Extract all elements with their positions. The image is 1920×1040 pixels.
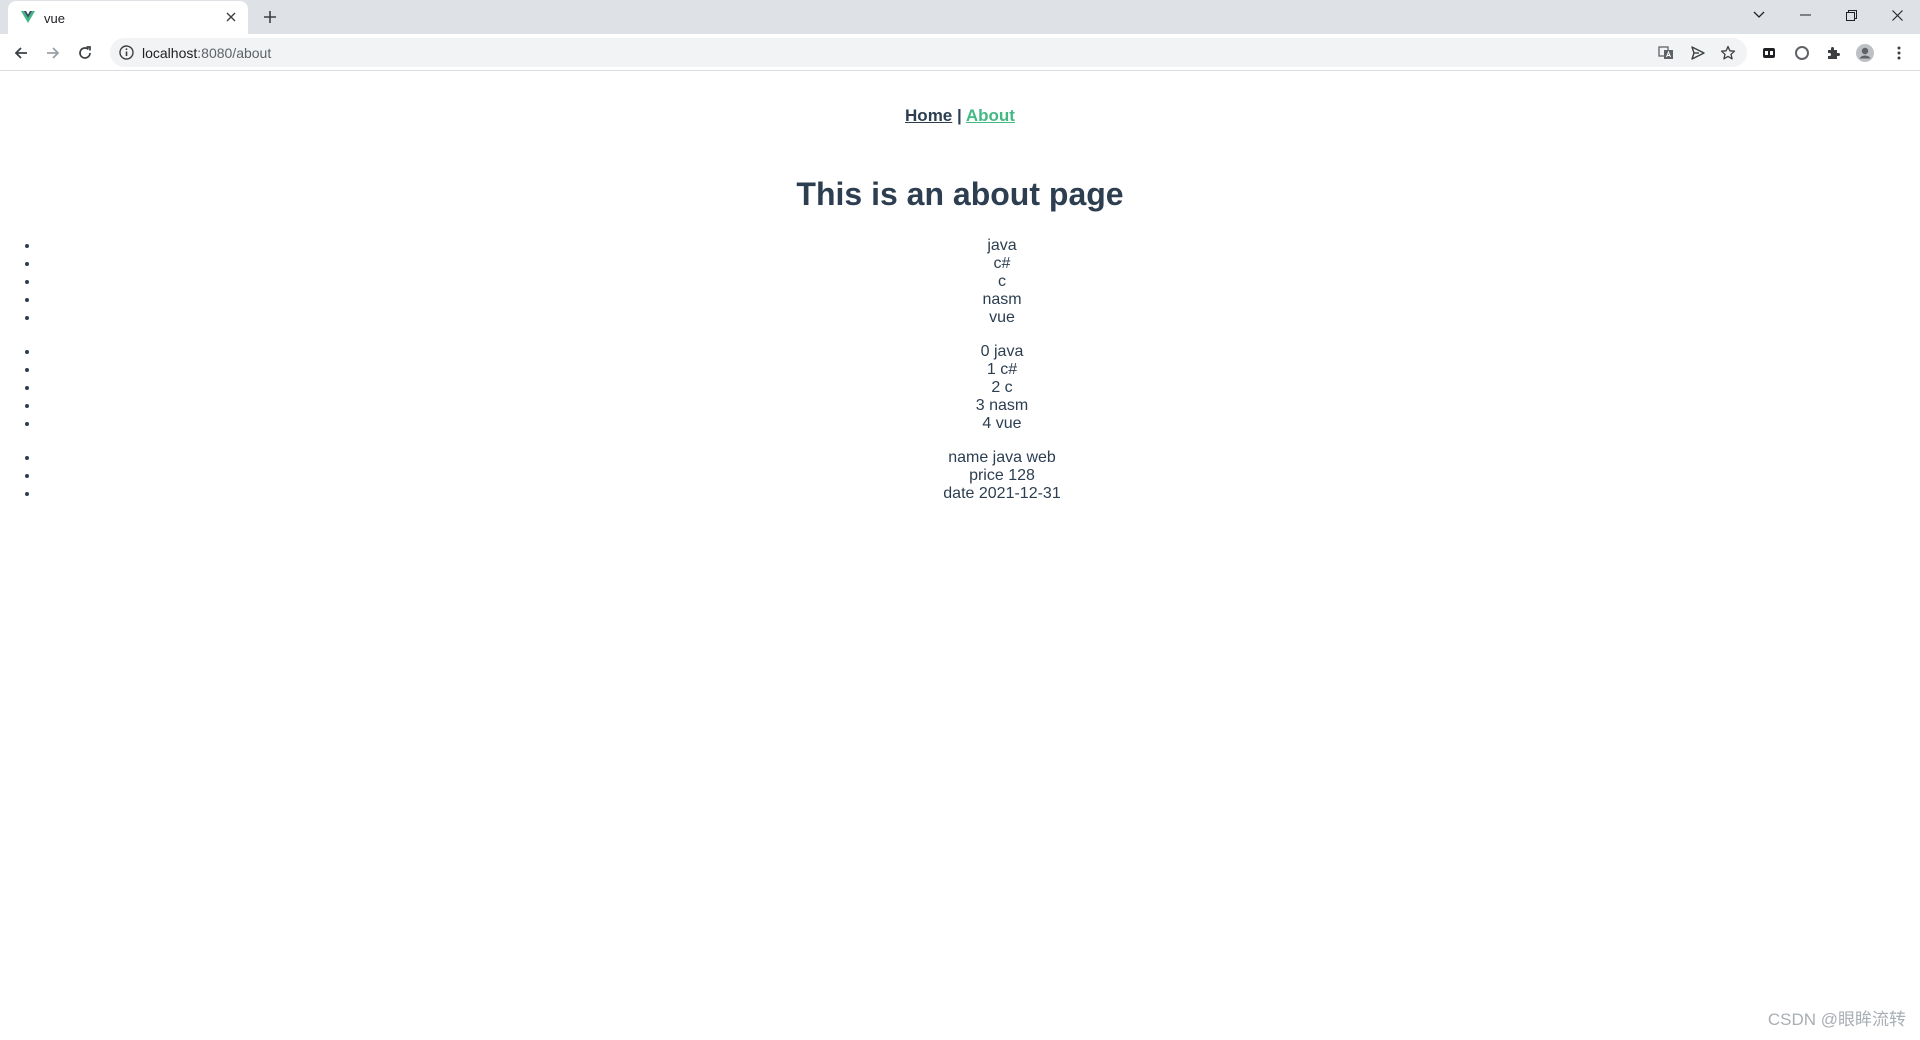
browser-tab[interactable]: vue bbox=[8, 1, 248, 34]
site-info-icon[interactable] bbox=[118, 44, 135, 61]
page-content: Home | About This is an about page java … bbox=[0, 72, 1920, 1040]
list-item-text: c# bbox=[993, 255, 1011, 272]
list-item-text: c bbox=[998, 273, 1006, 290]
close-window-button[interactable] bbox=[1874, 0, 1920, 30]
list-item: name java web bbox=[40, 449, 1920, 467]
bookmark-star-icon[interactable] bbox=[1718, 43, 1738, 63]
menu-kebab-icon[interactable] bbox=[1886, 40, 1912, 66]
list-item: 3 nasm bbox=[40, 397, 1920, 415]
list-item-text: java bbox=[987, 237, 1017, 254]
list-item: 4 vue bbox=[40, 415, 1920, 433]
list-item-text: 0 java bbox=[980, 343, 1024, 360]
browser-toolbar: localhost:8080/about bbox=[0, 34, 1920, 71]
list-item-text: 1 c# bbox=[986, 361, 1018, 378]
vue-logo-icon bbox=[21, 11, 35, 23]
list-item: price 128 bbox=[40, 467, 1920, 485]
list-item-text: name java web bbox=[948, 449, 1056, 466]
list-item-text: vue bbox=[989, 309, 1015, 326]
address-bar[interactable]: localhost:8080/about bbox=[110, 38, 1747, 67]
list-item-text: 3 nasm bbox=[975, 397, 1029, 414]
reload-icon[interactable] bbox=[72, 40, 98, 66]
forward-arrow-icon[interactable] bbox=[40, 40, 66, 66]
indexed-languages-list: 0 java 1 c# 2 c 3 nasm 4 vue bbox=[0, 343, 1920, 433]
list-item: c# bbox=[40, 255, 1920, 273]
extensions-puzzle-icon[interactable] bbox=[1820, 40, 1846, 66]
nav-link-home[interactable]: Home bbox=[905, 106, 952, 125]
list-item: c bbox=[40, 273, 1920, 291]
list-item-text: nasm bbox=[982, 291, 1022, 308]
list-item: 2 c bbox=[40, 379, 1920, 397]
nav-link-about[interactable]: About bbox=[966, 106, 1015, 125]
back-arrow-icon[interactable] bbox=[8, 40, 34, 66]
list-item: 0 java bbox=[40, 343, 1920, 361]
list-item-text: price 128 bbox=[969, 467, 1035, 484]
tab-title: vue bbox=[44, 11, 65, 26]
profile-avatar-icon[interactable] bbox=[1852, 40, 1878, 66]
record-extension-icon[interactable] bbox=[1789, 40, 1815, 66]
tab-close-icon[interactable] bbox=[222, 8, 240, 26]
list-item-text: 4 vue bbox=[982, 415, 1022, 432]
list-item: vue bbox=[40, 309, 1920, 327]
page-title: This is an about page bbox=[796, 176, 1124, 212]
list-item: date 2021-12-31 bbox=[40, 485, 1920, 503]
nav-separator: | bbox=[957, 106, 962, 125]
watermark: CSDN @眼眸流转 bbox=[1767, 1010, 1906, 1029]
list-item: java bbox=[40, 237, 1920, 255]
url-host: localhost bbox=[142, 45, 198, 61]
router-nav: Home | About bbox=[0, 106, 1920, 126]
translate-icon[interactable] bbox=[1656, 43, 1676, 63]
extension-icon[interactable] bbox=[1756, 40, 1782, 66]
list-item-text: 2 c bbox=[991, 379, 1013, 396]
url-path: :8080/about bbox=[197, 45, 272, 61]
url-text[interactable]: localhost:8080/about bbox=[142, 45, 271, 61]
tab-search-chevron-icon[interactable] bbox=[1736, 0, 1782, 30]
tab-strip: vue bbox=[0, 0, 1920, 34]
list-item: nasm bbox=[40, 291, 1920, 309]
list-item: 1 c# bbox=[40, 361, 1920, 379]
list-item-text: date 2021-12-31 bbox=[943, 485, 1061, 502]
minimize-button[interactable] bbox=[1782, 0, 1828, 30]
new-tab-button[interactable] bbox=[258, 5, 282, 29]
book-info-list: name java web price 128 date 2021-12-31 bbox=[0, 449, 1920, 503]
restore-button[interactable] bbox=[1828, 0, 1874, 30]
send-tab-icon[interactable] bbox=[1688, 43, 1708, 63]
languages-list: java c# c nasm vue bbox=[0, 237, 1920, 327]
